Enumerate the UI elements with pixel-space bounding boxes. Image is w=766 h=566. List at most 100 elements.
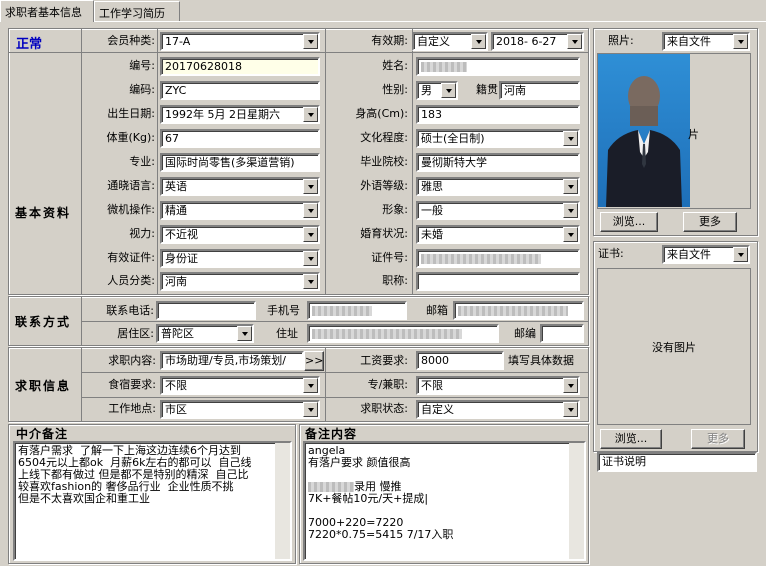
email-field[interactable] [453,301,584,320]
remark-line: 7220*0.75=5415 7/17入职 [308,528,454,541]
idtype-label: 有效证件: [107,251,155,264]
id-label: 编号: [129,59,155,72]
chevron-down-icon[interactable] [471,34,486,49]
postcode-label: 邮编 [514,327,536,340]
member-type-select[interactable]: 17-A [160,32,320,51]
weight-field[interactable]: 67 [160,129,320,148]
chevron-down-icon[interactable] [303,34,318,49]
cert-browse-button[interactable]: 浏览... [600,429,662,449]
chevron-down-icon[interactable] [441,83,456,98]
marital-select[interactable]: 未婚 [416,225,580,244]
phone-label: 联系电话: [106,304,154,317]
idno-field[interactable] [416,249,580,268]
image-select[interactable]: 一般 [416,201,580,220]
member-type-label: 会员种类: [107,34,155,47]
phone-field[interactable] [156,301,256,320]
chevron-down-icon[interactable] [563,131,578,146]
tab-work-resume[interactable]: 工作学习简历 [94,1,180,21]
school-field[interactable]: 曼彻斯特大学 [416,153,580,172]
email-redacted [458,306,568,316]
birth-value: 1992年 5月 2日星期六 [165,108,280,121]
address-field[interactable] [307,324,499,343]
grid-line [325,29,326,294]
chevron-down-icon[interactable] [303,107,318,122]
district-select[interactable]: 普陀区 [156,324,254,343]
job-content-more-button[interactable]: >> [304,351,324,371]
location-value: 市区 [165,403,187,416]
parttime-select[interactable]: 不限 [416,376,580,395]
chevron-down-icon[interactable] [303,251,318,266]
name-field[interactable] [416,57,580,76]
state-select[interactable]: 自定义 [416,400,580,419]
postcode-field[interactable] [540,324,584,343]
image-value: 一般 [421,204,443,217]
hometown-field[interactable]: 河南 [499,81,580,100]
education-select[interactable]: 硕士(全日制) [416,129,580,148]
height-field[interactable]: 183 [416,105,580,124]
code-field[interactable]: ZYC [160,81,320,100]
location-select[interactable]: 市区 [160,400,320,419]
chevron-down-icon[interactable] [303,274,318,289]
tab-basic-info-label: 求职者基本信息 [5,6,82,19]
chevron-down-icon[interactable] [563,378,578,393]
remark-textarea[interactable]: angela 有落户要求 颜值很高 录用 慢推 7K+餐帖10元/天+提成| 7… [303,441,586,561]
section-basic-title: 基本资料 [15,206,72,220]
validity-date-value: 2018- 6-27 [496,35,557,48]
agent-note-text: 有落户需求 了解一下上海这边连续6个月达到 6504元以上都ok 月薪6k左右的… [18,444,252,505]
validity-type-select[interactable]: 自定义 [412,32,488,51]
category-select[interactable]: 河南 [160,272,320,291]
school-label: 毕业院校: [360,155,408,168]
agent-note-textarea[interactable]: 有落户需求 了解一下上海这边连续6个月达到 6504元以上都ok 月薪6k左右的… [13,441,292,561]
gender-select[interactable]: 男 [416,81,458,100]
agent-note-title: 中介备注 [16,427,69,441]
mobile-field[interactable] [307,301,407,320]
chevron-down-icon[interactable] [733,34,748,49]
remark-line: 7K+餐帖10元/天+提成| [308,492,429,505]
major-field[interactable]: 国际时尚零售(多渠道营销) [160,153,320,172]
chevron-down-icon[interactable] [237,326,252,341]
chevron-down-icon[interactable] [303,227,318,242]
photo-label: 照片: [608,34,634,47]
remark-blank-line [308,469,581,481]
board-select[interactable]: 不限 [160,376,320,395]
id-field[interactable]: 20170628018 [160,57,320,76]
chevron-down-icon[interactable] [303,378,318,393]
birth-date-picker[interactable]: 1992年 5月 2日星期六 [160,105,320,124]
computer-select[interactable]: 精通 [160,201,320,220]
photo-source-select[interactable]: 来自文件 [662,32,750,51]
grid-line [82,397,588,398]
cert-more-button[interactable]: 更多 [691,429,745,449]
salary-field[interactable]: 8000 [416,351,504,370]
photo-browse-button[interactable]: 浏览... [600,212,658,232]
category-value: 河南 [165,275,187,288]
scrollbar[interactable] [569,443,584,559]
state-label: 求职状态: [360,402,408,415]
tab-basic-info[interactable]: 求职者基本信息 [0,0,94,22]
scrollbar[interactable] [275,443,290,559]
education-label: 文化程度: [360,131,408,144]
chevron-down-icon[interactable] [563,179,578,194]
chevron-down-icon[interactable] [563,203,578,218]
language-select[interactable]: 英语 [160,177,320,196]
location-label: 工作地点: [108,402,156,415]
chevron-down-icon[interactable] [303,179,318,194]
cert-source-select[interactable]: 来自文件 [662,245,750,264]
photo-more-button[interactable]: 更多 [683,212,737,232]
chevron-down-icon[interactable] [303,203,318,218]
idtype-select[interactable]: 身份证 [160,249,320,268]
chevron-down-icon[interactable] [563,227,578,242]
photo-image [598,54,690,207]
job-content-field[interactable]: 市场助理/专员,市场策划/ [160,351,304,370]
validity-date-picker[interactable]: 2018- 6-27 [491,32,584,51]
chevron-down-icon[interactable] [733,247,748,262]
title-field[interactable] [416,272,580,291]
tab-divider [0,21,766,22]
category-label: 人员分类: [107,274,155,287]
chevron-down-icon[interactable] [563,402,578,417]
lang-level-select[interactable]: 雅思 [416,177,580,196]
idtype-value: 身份证 [165,252,198,265]
vision-select[interactable]: 不近视 [160,225,320,244]
cert-desc-field[interactable]: 证书说明 [597,452,757,472]
chevron-down-icon[interactable] [567,34,582,49]
chevron-down-icon[interactable] [303,402,318,417]
